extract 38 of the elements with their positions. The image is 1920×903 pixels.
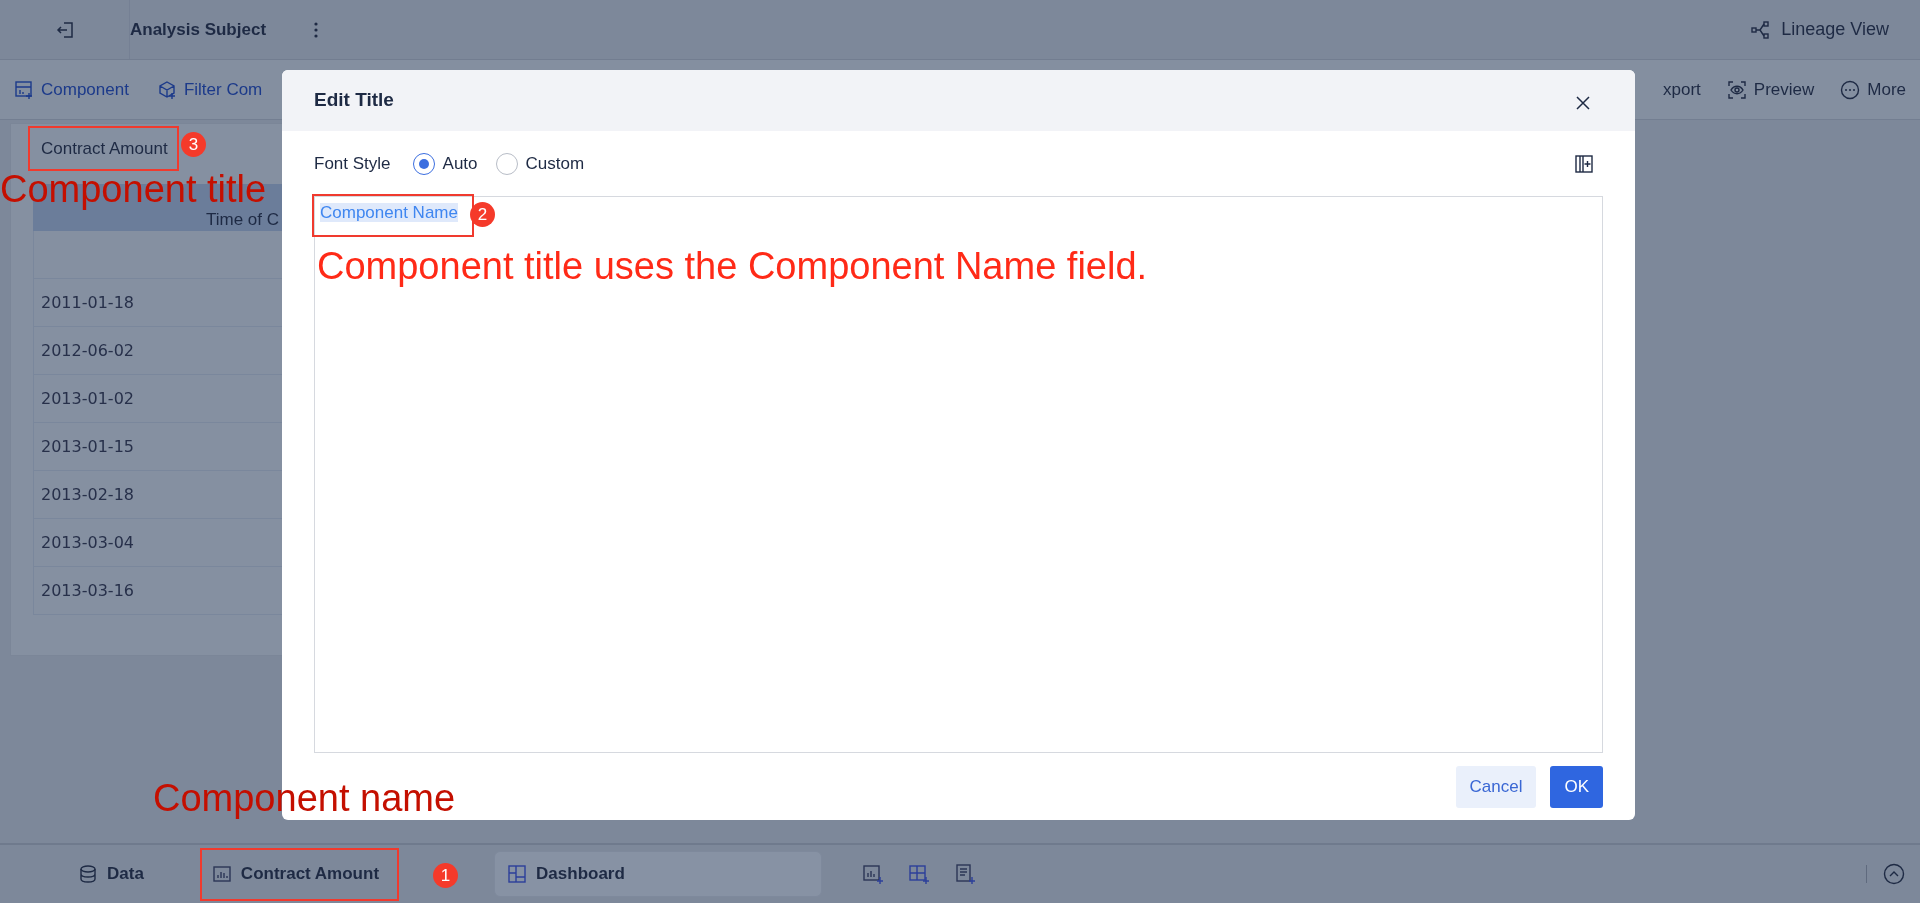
database-icon — [78, 864, 98, 884]
dashboard-icon — [507, 864, 528, 884]
radio-option[interactable]: Custom — [495, 150, 585, 177]
collapse-icon[interactable] — [1883, 863, 1905, 885]
cancel-button[interactable]: Cancel — [1455, 765, 1537, 808]
preview-icon — [1726, 79, 1747, 100]
font-style-label: Font Style — [314, 152, 391, 175]
dialog-title: Edit Title — [314, 88, 394, 113]
insert-field-icon[interactable] — [1575, 154, 1593, 173]
annotation-badge: 2 — [470, 202, 495, 227]
add-report-icon[interactable] — [954, 863, 977, 885]
toolbar-button[interactable]: xport — [1663, 76, 1701, 103]
subject-title: Analysis Subject — [130, 18, 267, 41]
annotation-badge: 1 — [432, 863, 458, 889]
lineage-view-link[interactable]: Lineage View — [1781, 16, 1889, 43]
more-icon — [1840, 79, 1861, 100]
radio-option[interactable]: Auto — [412, 150, 478, 177]
annotation-badge: 3 — [181, 132, 206, 157]
add-layout-icon[interactable] — [908, 863, 931, 885]
bar-chart-icon — [211, 864, 232, 884]
ok-button[interactable]: OK — [1550, 765, 1603, 808]
field-tag: Component Name — [320, 203, 458, 222]
annotation-label: Component title — [0, 170, 267, 208]
cube-plus-icon — [156, 79, 177, 100]
toolbar-button[interactable]: Preview — [1726, 76, 1815, 103]
toolbar-button[interactable]: Filter Com — [156, 76, 263, 103]
bottom-tab[interactable]: Contract Amount — [201, 853, 390, 895]
toolbar-button[interactable]: Component — [14, 76, 129, 103]
exit-icon[interactable] — [54, 19, 75, 40]
component-icon — [14, 79, 34, 100]
bottom-tab[interactable]: Dashboard — [494, 851, 823, 897]
kebab-menu-icon[interactable] — [314, 21, 319, 38]
title-editor[interactable]: Component Name 2 Component title uses the Component Name field. — [314, 196, 1603, 753]
add-chart-icon[interactable] — [862, 863, 885, 885]
component-title: Contract Amount — [41, 139, 168, 158]
bottom-tab[interactable]: Data — [68, 853, 154, 895]
column-header: Time of C — [206, 210, 280, 229]
toolbar-button[interactable]: More — [1840, 76, 1906, 103]
